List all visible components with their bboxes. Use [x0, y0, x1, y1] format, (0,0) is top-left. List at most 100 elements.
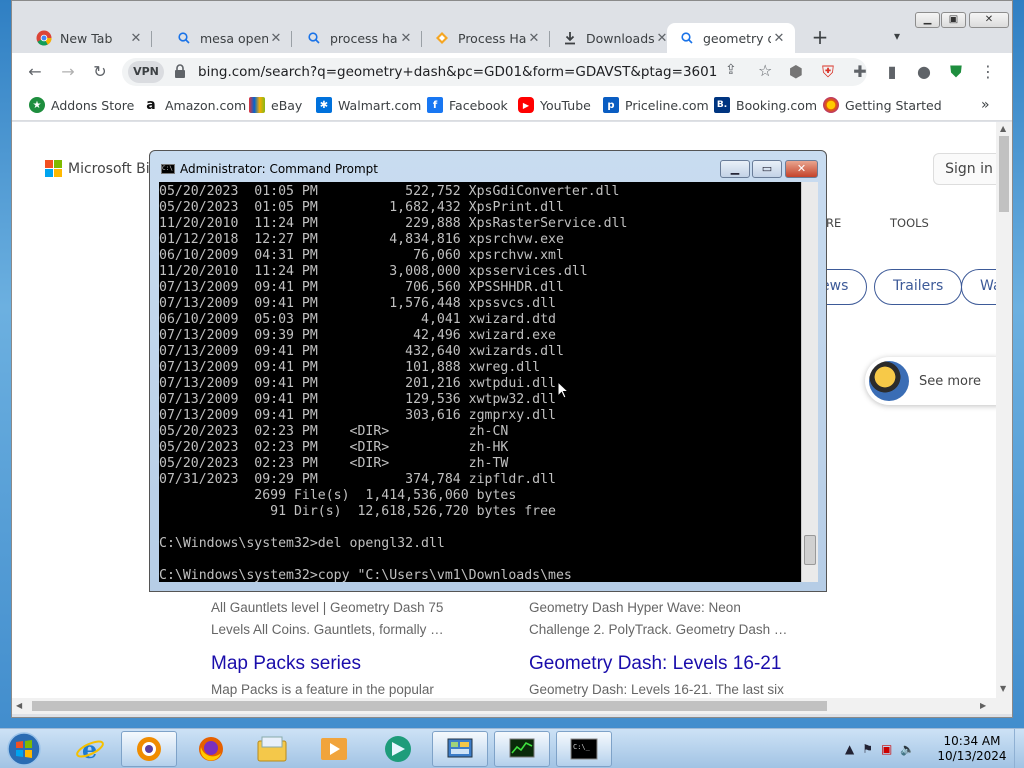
- action-center-flag-icon[interactable]: ⚑: [862, 742, 873, 756]
- bookmark-booking[interactable]: B. Booking.com: [714, 97, 817, 113]
- bookmark-getting-started[interactable]: Getting Started: [823, 97, 942, 113]
- tab-mesa-opengl[interactable]: mesa openg ✕: [164, 23, 292, 53]
- start-button[interactable]: [2, 731, 46, 767]
- windows-taskbar: e C:\_ ▲ ⚑ ▣ 🔈 10:34 AM 10/13/2024: [0, 728, 1024, 768]
- see-more-button[interactable]: See more: [865, 357, 996, 405]
- explorer-icon[interactable]: [244, 731, 300, 767]
- scrollbar-thumb[interactable]: [804, 535, 816, 565]
- forward-arrow-icon[interactable]: →: [57, 61, 79, 83]
- menu-kebab-icon[interactable]: ⋮: [977, 61, 999, 83]
- media-player-icon[interactable]: [306, 731, 362, 767]
- ublock-icon[interactable]: ⛨: [817, 61, 839, 83]
- command-prompt-window[interactable]: C:\ Administrator: Command Prompt ▁ ▭ ✕ …: [149, 150, 827, 592]
- youtube-icon: ▶: [518, 97, 534, 113]
- minimize-button[interactable]: ▁: [720, 160, 750, 178]
- reload-icon[interactable]: ↻: [89, 61, 111, 83]
- avast-browser-icon[interactable]: [121, 731, 177, 767]
- page-horizontal-scrollbar[interactable]: ◀ ▶: [12, 698, 1012, 714]
- app-icon[interactable]: [370, 731, 426, 767]
- address-bar[interactable]: VPN bing.com/search?q=geometry+dash&pc=G…: [122, 58, 867, 86]
- extension-shield-icon[interactable]: ⬢: [785, 61, 807, 83]
- chevron-down-icon[interactable]: ▾: [887, 29, 907, 49]
- tab-strip: New Tab ✕ mesa openg ✕ process hac ✕ Pro…: [12, 1, 1012, 53]
- console-line: C:\Windows\system32>copy "C:\Users\vm1\D…: [159, 568, 572, 582]
- sign-in-button[interactable]: Sign in: [933, 153, 996, 185]
- page-vertical-scrollbar[interactable]: ▲ ▼: [996, 122, 1012, 698]
- console-line: 07/13/2009 09:41 PM 201,216 xwtpdui.dll: [159, 376, 556, 391]
- vpn-badge[interactable]: VPN: [128, 61, 164, 83]
- close-icon[interactable]: ✕: [398, 31, 414, 46]
- filter-pill-walkthrough[interactable]: Wa: [961, 269, 996, 305]
- profile-icon[interactable]: ●: [913, 61, 935, 83]
- result-title-link[interactable]: Geometry Dash: Levels 16-21: [529, 653, 781, 675]
- bookmark-walmart[interactable]: ✱ Walmart.com: [316, 97, 421, 113]
- console-line: 05/20/2023 02:23 PM <DIR> zh-TW: [159, 456, 509, 471]
- maximize-button[interactable]: ▣: [941, 12, 966, 28]
- show-desktop-button[interactable]: [1014, 729, 1024, 768]
- minimize-button[interactable]: ▁: [915, 12, 940, 28]
- firefox-icon[interactable]: [183, 731, 239, 767]
- tab-process-hacker[interactable]: Process Ha ✕: [422, 23, 550, 53]
- url-text[interactable]: bing.com/search?q=geometry+dash&pc=GD01&…: [198, 64, 717, 80]
- side-panel-icon[interactable]: ▮: [881, 61, 903, 83]
- bookmark-addons-store[interactable]: ★ Addons Store: [29, 97, 134, 113]
- result-title-link[interactable]: Map Packs series: [211, 653, 361, 675]
- network-icon[interactable]: ▣: [881, 742, 892, 756]
- search-icon: [679, 30, 695, 46]
- download-icon: [562, 30, 578, 46]
- cmd-titlebar[interactable]: C:\ Administrator: Command Prompt ▁ ▭ ✕: [150, 151, 826, 181]
- nav-tools-link[interactable]: TOOLS: [890, 216, 929, 230]
- scroll-right-icon[interactable]: ▶: [980, 701, 986, 710]
- bookmark-amazon[interactable]: a Amazon.com: [143, 97, 246, 113]
- filter-pill-trailers[interactable]: Trailers: [874, 269, 963, 305]
- scrollbar-thumb[interactable]: [999, 136, 1009, 212]
- console-output[interactable]: 05/20/2023 01:05 PM 522,752 XpsGdiConver…: [159, 182, 801, 582]
- chrome-icon: [36, 30, 52, 46]
- share-icon[interactable]: ⇪: [725, 62, 737, 78]
- tab-title: mesa openg: [200, 30, 268, 46]
- bookmark-label: Facebook: [449, 97, 508, 113]
- clock-time: 10:34 AM: [943, 734, 1001, 748]
- new-tab-button[interactable]: +: [809, 27, 831, 49]
- close-window-button[interactable]: ✕: [969, 12, 1009, 28]
- close-icon[interactable]: ✕: [771, 31, 787, 46]
- lock-icon[interactable]: [174, 64, 186, 78]
- tab-downloads[interactable]: Downloads ✕: [550, 23, 678, 53]
- bookmark-youtube[interactable]: ▶ YouTube: [518, 97, 591, 113]
- task-manager-icon[interactable]: [494, 731, 550, 767]
- bookmark-priceline[interactable]: p Priceline.com: [603, 97, 709, 113]
- cmd-icon[interactable]: C:\_: [556, 731, 612, 767]
- maximize-button[interactable]: ▭: [752, 160, 782, 178]
- console-line: 07/13/2009 09:41 PM 706,560 XPSSHHDR.dll: [159, 280, 564, 295]
- scroll-down-icon[interactable]: ▼: [1000, 684, 1006, 693]
- bookmarks-overflow-icon[interactable]: »: [981, 97, 990, 113]
- close-icon[interactable]: ✕: [268, 31, 284, 46]
- bookmark-star-icon[interactable]: ☆: [758, 61, 772, 80]
- console-scrollbar[interactable]: [801, 182, 818, 582]
- extensions-puzzle-icon[interactable]: ✚: [849, 61, 871, 83]
- volume-icon[interactable]: 🔈: [900, 742, 915, 756]
- close-icon[interactable]: ✕: [526, 31, 542, 46]
- tab-geometry-dash[interactable]: geometry d ✕: [667, 23, 795, 53]
- tab-new-tab[interactable]: New Tab ✕: [24, 23, 152, 53]
- console-line: 11/20/2010 11:24 PM 229,888 XpsRasterSer…: [159, 216, 628, 231]
- bookmark-ebay[interactable]: eBay: [249, 97, 302, 113]
- console-line: 91 Dir(s) 12,618,526,720 bytes free: [159, 504, 556, 519]
- ie-icon[interactable]: e: [62, 731, 118, 767]
- security-shield-icon[interactable]: ⛊: [945, 61, 967, 83]
- tab-process-hacker-search[interactable]: process hac ✕: [294, 23, 422, 53]
- close-icon[interactable]: ✕: [128, 31, 144, 46]
- close-button[interactable]: ✕: [785, 160, 818, 178]
- result-snippet: Map Packs is a feature in the popular: [211, 682, 434, 697]
- show-hidden-icons-icon[interactable]: ▲: [845, 742, 854, 756]
- bookmark-facebook[interactable]: f Facebook: [427, 97, 508, 113]
- clock[interactable]: 10:34 AM 10/13/2024: [932, 734, 1012, 764]
- scroll-left-icon[interactable]: ◀: [16, 701, 22, 710]
- back-arrow-icon[interactable]: ←: [24, 61, 46, 83]
- scroll-up-icon[interactable]: ▲: [1000, 124, 1006, 133]
- scrollbar-thumb[interactable]: [32, 701, 827, 711]
- control-panel-icon[interactable]: [432, 731, 488, 767]
- bookmark-label: Getting Started: [845, 97, 942, 113]
